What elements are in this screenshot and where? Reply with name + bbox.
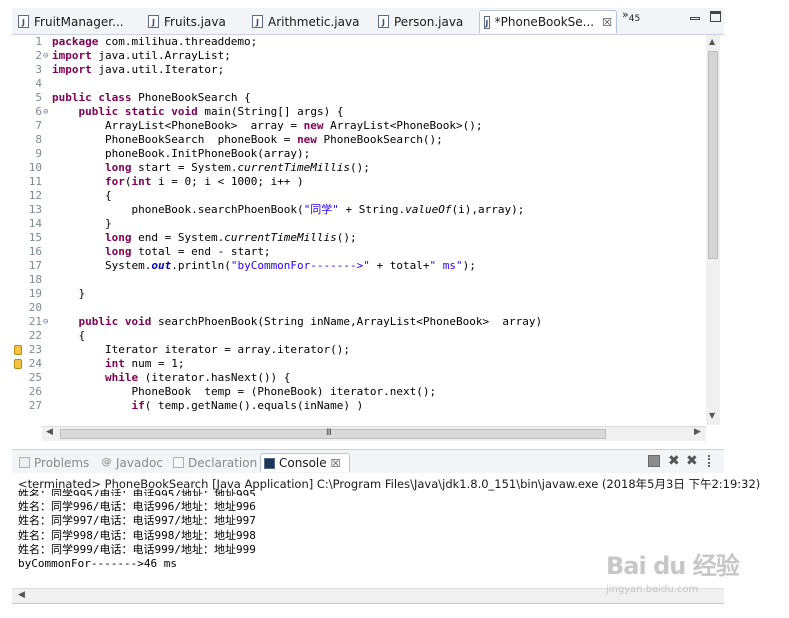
scroll-up-icon[interactable]: ▲	[709, 37, 715, 46]
tab-label: FruitManager...	[34, 14, 124, 29]
maximize-icon[interactable]	[710, 11, 721, 22]
scrollbar-thumb[interactable]: III	[60, 428, 606, 439]
code-line: 7 ArrayList<PhoneBook> array = new Array…	[35, 119, 483, 132]
close-tab-icon[interactable]: ☒	[331, 457, 341, 470]
tab-person[interactable]: Person.java	[374, 10, 474, 33]
code-line: 6 ⊖ public static void main(String[] args…	[35, 105, 344, 118]
tab-label: Person.java	[394, 14, 464, 29]
tab-label: Javadoc	[116, 455, 163, 470]
code-line: 8 PhoneBookSearch phoneBook = new PhoneB…	[35, 133, 443, 146]
tab-label: Arithmetic.java	[268, 14, 360, 29]
java-file-icon	[252, 15, 263, 28]
tab-console[interactable]: Console ☒	[260, 453, 350, 472]
code-line: 9 phoneBook.InitPhoneBook(array);	[35, 147, 311, 160]
fold-icon: ⊖	[43, 317, 49, 327]
overflow-chevron-icon: »	[622, 8, 629, 21]
code-line: 19 }	[28, 287, 86, 300]
tab-arithmetic[interactable]: Arithmetic.java	[248, 10, 366, 33]
code-line: 5 public class PhoneBookSearch {	[35, 91, 251, 104]
views-tab-bar: Problems @ Javadoc Declaration Console ☒	[12, 449, 724, 474]
tab-label: Console	[279, 456, 327, 470]
code-line: 15 long end = System.currentTimeMillis()…	[28, 231, 357, 244]
tab-overflow-button[interactable]: »45	[622, 8, 640, 24]
code-line: 22 {	[28, 329, 86, 342]
watermark-logo: Bai du 经验	[606, 552, 740, 580]
tab-problems[interactable]: Problems	[16, 453, 92, 472]
remove-launch-icon[interactable]: ✖	[668, 454, 680, 468]
watermark-url: jingyan.baidu.com	[606, 584, 699, 595]
code-line: 3 import java.util.Iterator;	[35, 63, 225, 76]
scrollbar-thumb[interactable]	[708, 51, 718, 259]
editor-horizontal-scrollbar[interactable]: ◀ III ▶	[42, 426, 706, 441]
java-file-icon	[18, 15, 29, 28]
code-line: 27 if( temp.getName().equals(inName) )	[28, 399, 364, 412]
code-line: 4	[35, 77, 42, 90]
tab-fruits[interactable]: Fruits.java	[144, 10, 244, 33]
code-line: 17 System.out.println("byCommonFor------…	[28, 259, 476, 272]
remove-all-terminated-icon[interactable]: ✖	[686, 454, 698, 468]
minimize-icon[interactable]	[690, 11, 701, 22]
problems-icon	[19, 457, 30, 468]
tab-label: Fruits.java	[164, 14, 226, 29]
code-line: 2 ⊖ import java.util.ArrayList;	[35, 49, 231, 62]
code-line: 25 while (iterator.hasNext()) {	[28, 371, 291, 384]
java-file-icon	[378, 15, 389, 28]
scroll-left-icon[interactable]: ◀	[46, 427, 53, 437]
code-line: 10 long start = System.currentTimeMillis…	[28, 161, 370, 174]
tab-declaration[interactable]: Declaration	[170, 453, 260, 472]
code-line: 12 {	[28, 189, 112, 202]
editor-tab-bar: FruitManager... Fruits.java Arithmetic.j…	[12, 8, 724, 35]
tab-javadoc[interactable]: @ Javadoc	[98, 453, 166, 472]
console-icon	[264, 457, 275, 469]
code-line: 20	[28, 301, 42, 314]
code-line: 16 long total = end - start;	[28, 245, 271, 258]
terminate-icon[interactable]	[648, 455, 660, 467]
baidu-watermark: Bai du 经验 jingyan.baidu.com	[606, 546, 740, 595]
close-tab-icon[interactable]: ☒	[602, 16, 612, 29]
code-line: 26 PhoneBook temp = (PhoneBook) iterator…	[28, 385, 437, 398]
overflow-count: 45	[628, 14, 641, 25]
tab-label: Declaration	[188, 455, 258, 470]
console-line: 姓名：同学996/电话：电话996/地址：地址996	[18, 500, 256, 513]
java-file-icon	[148, 15, 159, 28]
code-line: 24 int num = 1;	[12, 357, 705, 371]
console-line: 姓名：同学995/电话：电话995/地址：地址995	[18, 488, 256, 496]
console-line: 姓名：同学999/电话：电话999/地址：地址999	[18, 543, 256, 556]
tab-label: Problems	[34, 455, 90, 470]
console-line: 姓名：同学997/电话：电话997/地址：地址997	[18, 514, 256, 527]
scroll-left-icon[interactable]: ◀	[18, 590, 25, 600]
java-file-icon	[484, 15, 490, 29]
code-line: 14 }	[28, 217, 112, 230]
code-line: 1 package com.milihua.threaddemo;	[35, 35, 258, 48]
code-line: 21 ⊖ public void searchPhoenBook(String i…	[28, 315, 543, 328]
tab-label: *PhoneBookSe...	[494, 15, 595, 29]
scroll-down-icon[interactable]: ▼	[709, 411, 715, 420]
declaration-icon	[173, 457, 184, 468]
editor-vertical-scrollbar[interactable]: ▲ ▼	[706, 35, 720, 425]
code-line: 13 phoneBook.searchPhoenBook("同学" + Stri…	[28, 203, 525, 216]
fold-icon: ⊖	[43, 51, 49, 61]
code-editor[interactable]: 1 package com.milihua.threaddemo; 2 ⊖ impor…	[12, 35, 705, 425]
tab-phonebooksearch[interactable]: *PhoneBookSe... ☒	[479, 10, 617, 33]
code-line: 18	[28, 273, 42, 286]
fold-icon: ⊖	[43, 107, 49, 117]
code-line: 11 for(int i = 0; i < 1000; i++ )	[28, 175, 304, 188]
grip-icon: III	[326, 428, 332, 438]
code-line: 23 Iterator iterator = array.iterator();	[12, 343, 705, 357]
javadoc-icon: @	[101, 457, 112, 468]
console-line: 姓名：同学998/电话：电话998/地址：地址998	[18, 529, 256, 542]
tab-fruitmanager[interactable]: FruitManager...	[14, 10, 128, 33]
scroll-right-icon[interactable]: ▶	[694, 427, 701, 437]
console-line: byCommonFor------->46 ms	[18, 557, 177, 570]
more-actions-icon[interactable]	[708, 455, 712, 467]
